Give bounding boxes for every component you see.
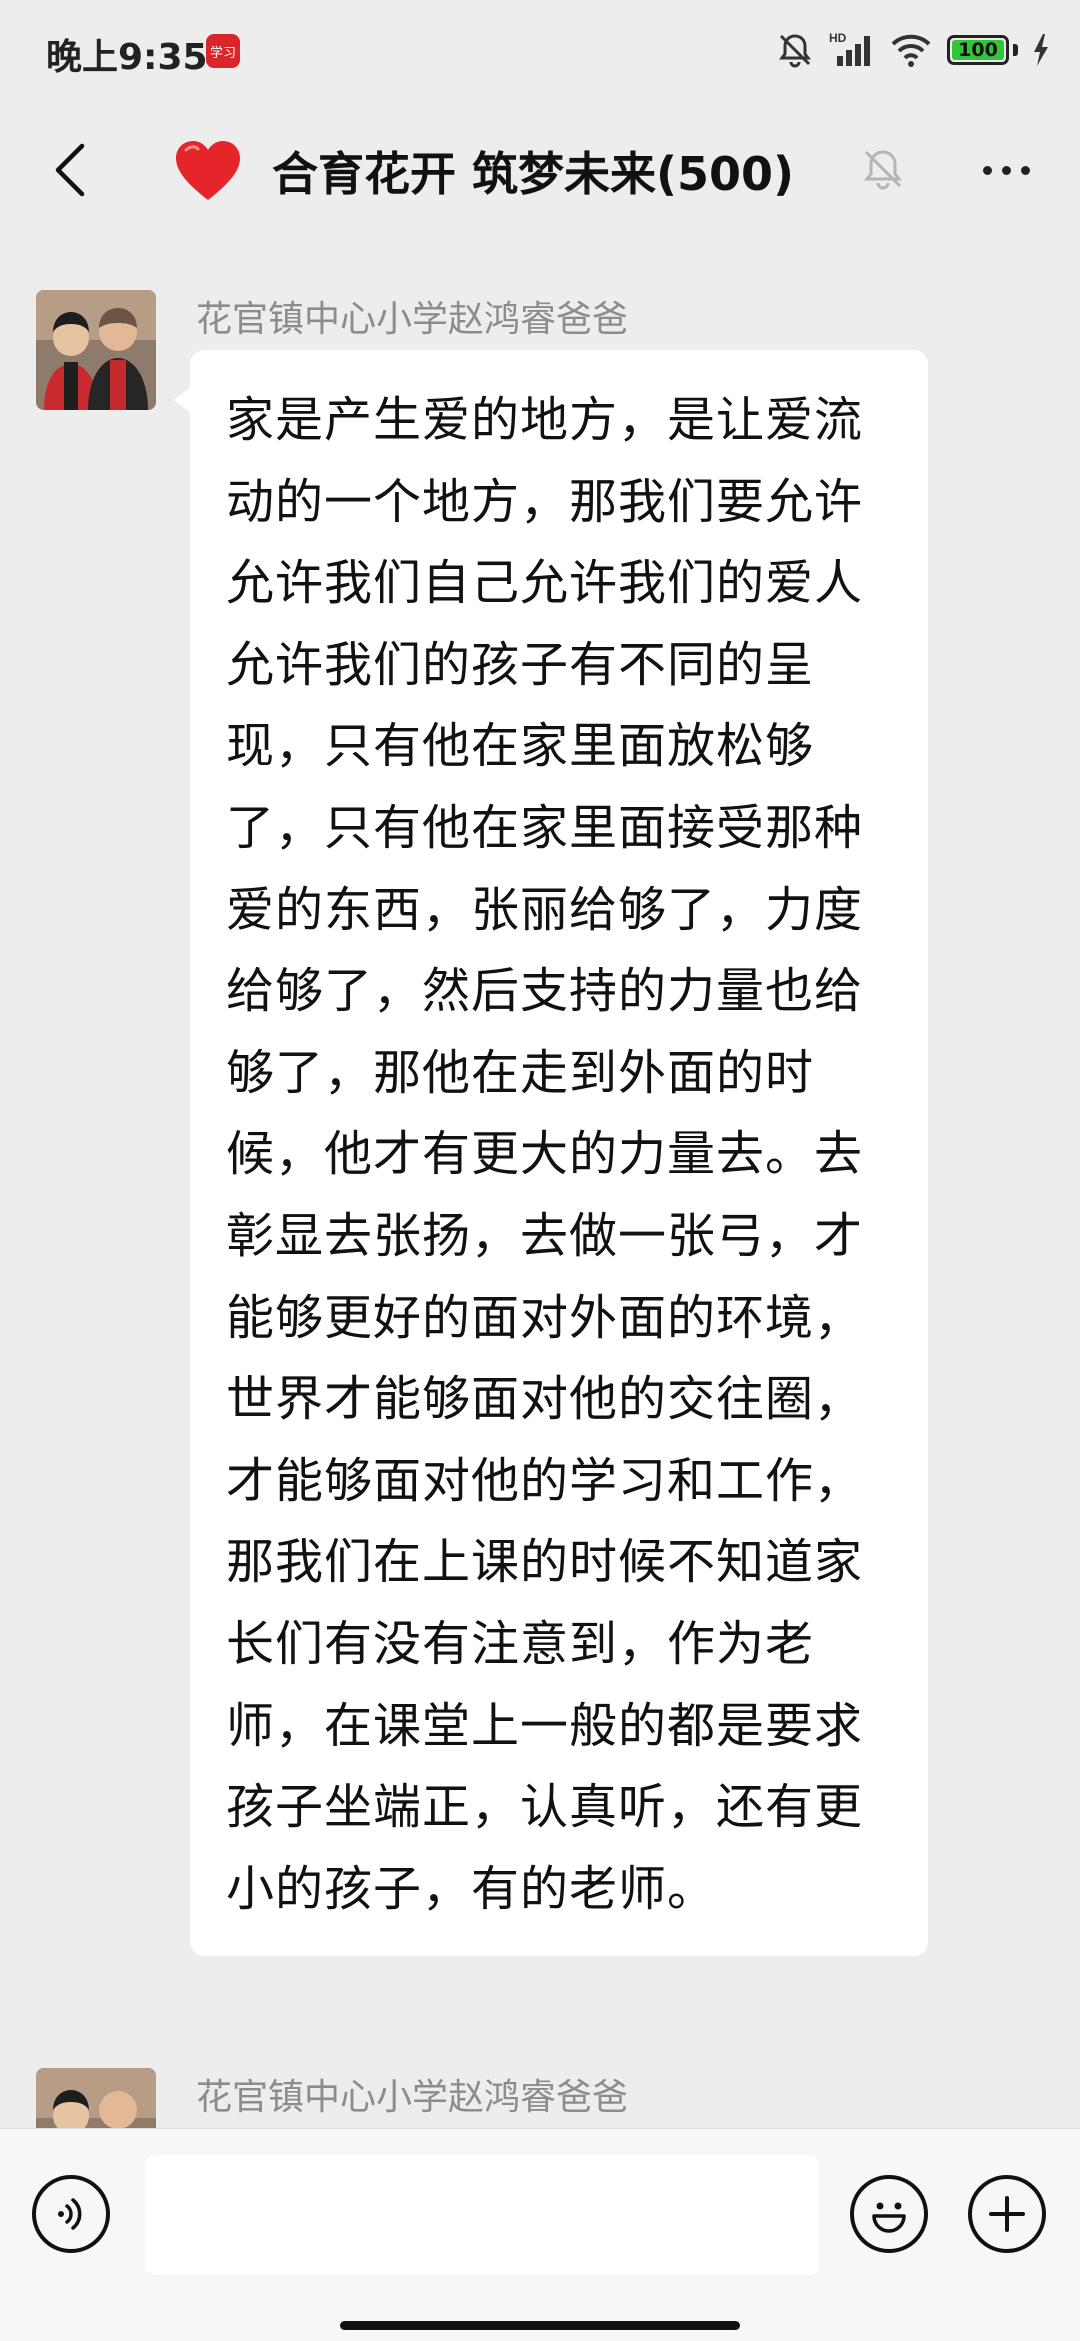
plus-icon bbox=[989, 2196, 1025, 2232]
battery-level: 100 bbox=[958, 39, 998, 61]
emoji-icon bbox=[872, 2202, 906, 2233]
more-options-button[interactable] bbox=[966, 130, 1046, 210]
charging-icon bbox=[1034, 34, 1048, 66]
svg-text:HD: HD bbox=[829, 31, 847, 45]
battery-cap bbox=[1013, 44, 1018, 56]
chat-title[interactable]: 合育花开 筑梦未来(500) bbox=[272, 138, 794, 204]
message-bubble[interactable]: 家是产生爱的地方，是让爱流动的一个地方，那我们要允许允许我们自己允许我们的爱人允… bbox=[174, 350, 928, 1957]
chat-header: 合育花开 筑梦未来(500) bbox=[0, 100, 1080, 240]
sender-name: 花官镇中心小学赵鸿睿爸爸 bbox=[196, 2077, 629, 2118]
sender-name: 花官镇中心小学赵鸿睿爸爸 bbox=[196, 299, 629, 340]
sender-avatar[interactable] bbox=[36, 290, 156, 410]
message-input[interactable] bbox=[145, 2155, 819, 2275]
status-time: 晚上9:35 bbox=[46, 37, 208, 78]
wifi-icon bbox=[891, 34, 931, 67]
bubble-tail bbox=[174, 386, 192, 414]
mute-bell-icon bbox=[779, 34, 811, 68]
input-bar bbox=[0, 2128, 1080, 2341]
battery-icon: 100 bbox=[947, 35, 1009, 65]
more-dot-icon bbox=[1001, 165, 1011, 175]
home-indicator[interactable] bbox=[340, 2321, 740, 2330]
plus-button[interactable] bbox=[968, 2175, 1046, 2253]
more-dot-icon bbox=[982, 165, 992, 175]
status-bar: 晚上9:35 学习 HD 100 bbox=[0, 0, 1080, 100]
app-notification-badge: 学习 bbox=[206, 34, 240, 68]
muted-bell-icon bbox=[863, 150, 903, 190]
message-text: 家是产生爱的地方，是让爱流动的一个地方，那我们要允许允许我们自己允许我们的爱人允… bbox=[226, 392, 864, 1917]
back-button[interactable] bbox=[30, 130, 110, 210]
voice-button[interactable] bbox=[32, 2175, 110, 2253]
heart-icon bbox=[176, 141, 240, 200]
more-dot-icon bbox=[1020, 165, 1030, 175]
chevron-left-icon bbox=[55, 143, 85, 197]
status-icons: HD 100 bbox=[775, 30, 1050, 70]
voice-icon bbox=[58, 2198, 82, 2230]
emoji-button[interactable] bbox=[850, 2175, 928, 2253]
hd-signal-icon: HD bbox=[829, 31, 870, 66]
avatar-photo bbox=[36, 290, 156, 410]
